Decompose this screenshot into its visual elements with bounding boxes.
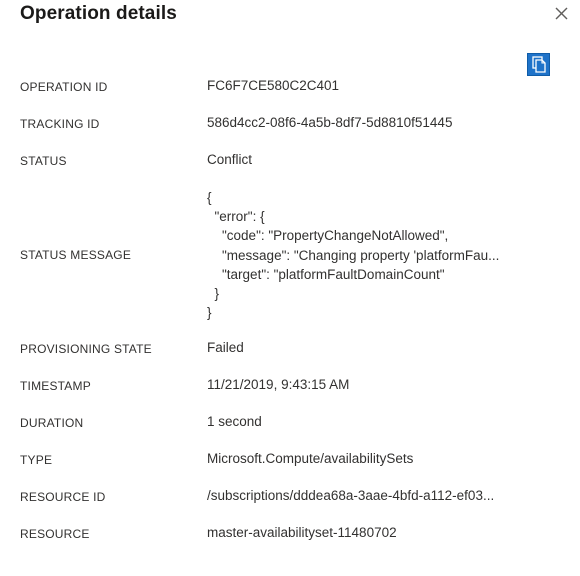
type-value: Microsoft.Compute/availabilitySets (207, 451, 414, 466)
status-message-json: { "error": { "code": "PropertyChangeNotA… (207, 188, 517, 322)
resource-id-label: RESOURCE ID (20, 490, 106, 504)
provisioning-state-label: PROVISIONING STATE (20, 342, 152, 356)
json-line: "error": { (207, 209, 265, 225)
resource-id-value: /subscriptions/dddea68a-3aae-4bfd-a112-e… (207, 488, 495, 503)
copy-icon (532, 56, 546, 73)
json-line: "target": "platformFaultDomainCount" (207, 266, 445, 282)
duration-label: DURATION (20, 416, 84, 430)
timestamp-label: TIMESTAMP (20, 379, 91, 393)
operation-details-panel: Operation details OPERATION ID FC6F7CE58… (0, 0, 580, 576)
resource-value: master-availabilityset-11480702 (207, 525, 397, 540)
resource-label: RESOURCE (20, 527, 90, 541)
status-value: Conflict (207, 152, 253, 167)
json-line: { (207, 190, 212, 205)
duration-value: 1 second (207, 414, 262, 429)
json-line: } (207, 286, 220, 302)
tracking-id-value: 586d4cc2-08f6-4a5b-8df7-5d8810f51445 (207, 115, 453, 130)
json-line: } (207, 305, 212, 321)
json-line: "message": "Changing property 'platformF… (207, 247, 500, 263)
panel-title: Operation details (20, 3, 177, 24)
close-icon (555, 7, 568, 20)
tracking-id-label: TRACKING ID (20, 117, 100, 131)
provisioning-state-value: Failed (207, 340, 244, 355)
json-line: "code": "PropertyChangeNotAllowed", (207, 228, 449, 244)
copy-button[interactable] (527, 53, 550, 76)
close-button[interactable] (552, 4, 572, 24)
operation-id-label: OPERATION ID (20, 80, 108, 94)
status-label: STATUS (20, 154, 67, 168)
timestamp-value: 11/21/2019, 9:43:15 AM (207, 377, 350, 392)
status-message-label: STATUS MESSAGE (20, 248, 132, 262)
type-label: TYPE (20, 453, 53, 467)
operation-id-value: FC6F7CE580C2C401 (207, 78, 340, 93)
